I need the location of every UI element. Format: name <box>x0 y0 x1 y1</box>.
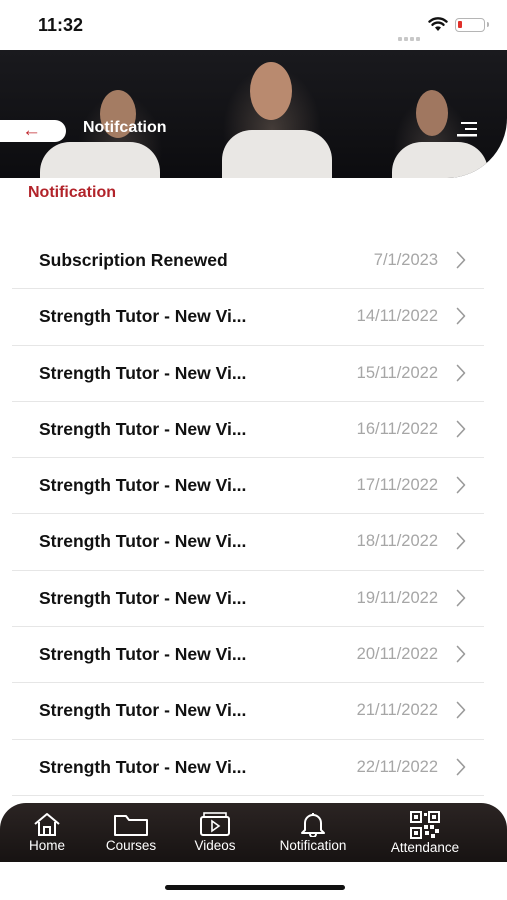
bottom-tab-bar: Home Courses Videos Notification Attenda… <box>0 803 507 862</box>
header-banner <box>0 50 507 178</box>
notification-date: 22/11/2022 <box>356 757 438 776</box>
tab-courses[interactable]: Courses <box>96 811 166 853</box>
status-time: 11:32 <box>38 15 84 35</box>
notification-date: 15/11/2022 <box>356 363 438 382</box>
status-bar: 11:32 <box>0 0 507 50</box>
tab-home-label: Home <box>28 838 65 853</box>
notification-row[interactable]: Strength Tutor - New Vi... 21/11/2022 <box>12 683 484 740</box>
notification-row[interactable]: Strength Tutor - New Vi... 18/11/2022 <box>12 514 484 571</box>
qr-code-icon <box>410 811 440 839</box>
section-title: Notification <box>28 184 116 201</box>
chevron-right-icon <box>456 589 466 607</box>
notification-title: Strength Tutor - New Vi... <box>39 475 247 496</box>
menu-icon[interactable] <box>455 121 479 139</box>
notification-title: Strength Tutor - New Vi... <box>39 700 247 721</box>
chevron-right-icon <box>456 702 466 719</box>
home-icon <box>34 813 60 836</box>
tab-courses-label: Courses <box>105 838 157 853</box>
notification-date: 17/11/2022 <box>356 476 438 495</box>
notification-date: 18/11/2022 <box>356 532 438 551</box>
wifi-icon <box>428 17 448 31</box>
notification-row[interactable]: Strength Tutor - New Vi... 16/11/2022 <box>12 402 484 459</box>
folder-icon <box>114 815 148 836</box>
signal-icon <box>398 28 422 46</box>
notification-row[interactable]: Strength Tutor - New Vi... 22/11/2022 <box>12 740 484 796</box>
battery-icon <box>455 18 489 32</box>
chevron-right-icon <box>456 251 466 269</box>
notification-row[interactable]: Subscription Renewed 7/1/2023 <box>12 233 484 290</box>
tab-videos-label: Videos <box>194 838 236 853</box>
back-arrow-icon: ← <box>22 120 41 141</box>
notification-row[interactable]: Strength Tutor - New Vi... 17/11/2022 <box>12 458 484 515</box>
notification-date: 7/1/2023 <box>373 251 438 269</box>
tab-notification-label: Notification <box>279 838 347 853</box>
video-icon <box>200 812 230 836</box>
notification-title: Strength Tutor - New Vi... <box>39 531 247 552</box>
chevron-right-icon <box>456 645 466 663</box>
notification-title: Strength Tutor - New Vi... <box>39 644 247 665</box>
bell-icon <box>301 813 325 837</box>
chevron-right-icon <box>456 758 466 775</box>
notification-date: 19/11/2022 <box>356 588 438 607</box>
chevron-right-icon <box>456 307 466 325</box>
notification-date: 14/11/2022 <box>356 307 438 326</box>
notification-title: Strength Tutor - New Vi... <box>39 587 247 608</box>
back-button[interactable]: ← <box>0 120 66 142</box>
notification-title: Subscription Renewed <box>39 250 228 270</box>
notification-date: 20/11/2022 <box>356 645 438 664</box>
header-title: Notifcation <box>83 119 167 136</box>
notification-title: Strength Tutor - New Vi... <box>39 756 247 777</box>
notification-row[interactable]: Strength Tutor - New Vi... 15/11/2022 <box>12 346 484 402</box>
notification-date: 16/11/2022 <box>356 419 438 438</box>
tab-attendance[interactable]: Attendance <box>380 811 470 855</box>
notification-row[interactable]: Strength Tutor - New Vi... 20/11/2022 <box>12 627 484 684</box>
chevron-right-icon <box>456 533 466 550</box>
chevron-right-icon <box>456 420 466 438</box>
tab-videos[interactable]: Videos <box>188 811 242 853</box>
notification-row[interactable]: Strength Tutor - New Vi... 14/11/2022 <box>12 289 484 346</box>
notification-title: Strength Tutor - New Vi... <box>39 306 247 327</box>
tab-home[interactable]: Home <box>24 811 70 853</box>
chevron-right-icon <box>456 476 466 494</box>
notification-title: Strength Tutor - New Vi... <box>39 418 247 439</box>
notification-row[interactable]: Strength Tutor - New Vi... 19/11/2022 <box>12 571 484 628</box>
tab-notification[interactable]: Notification <box>268 811 358 853</box>
notification-date: 21/11/2022 <box>356 701 438 720</box>
notification-title: Strength Tutor - New Vi... <box>39 362 247 383</box>
notification-list: Subscription Renewed 7/1/2023 Strength Tut… <box>12 233 484 796</box>
chevron-right-icon <box>456 364 466 381</box>
home-indicator <box>165 885 345 890</box>
tab-attendance-label: Attendance <box>390 840 460 855</box>
